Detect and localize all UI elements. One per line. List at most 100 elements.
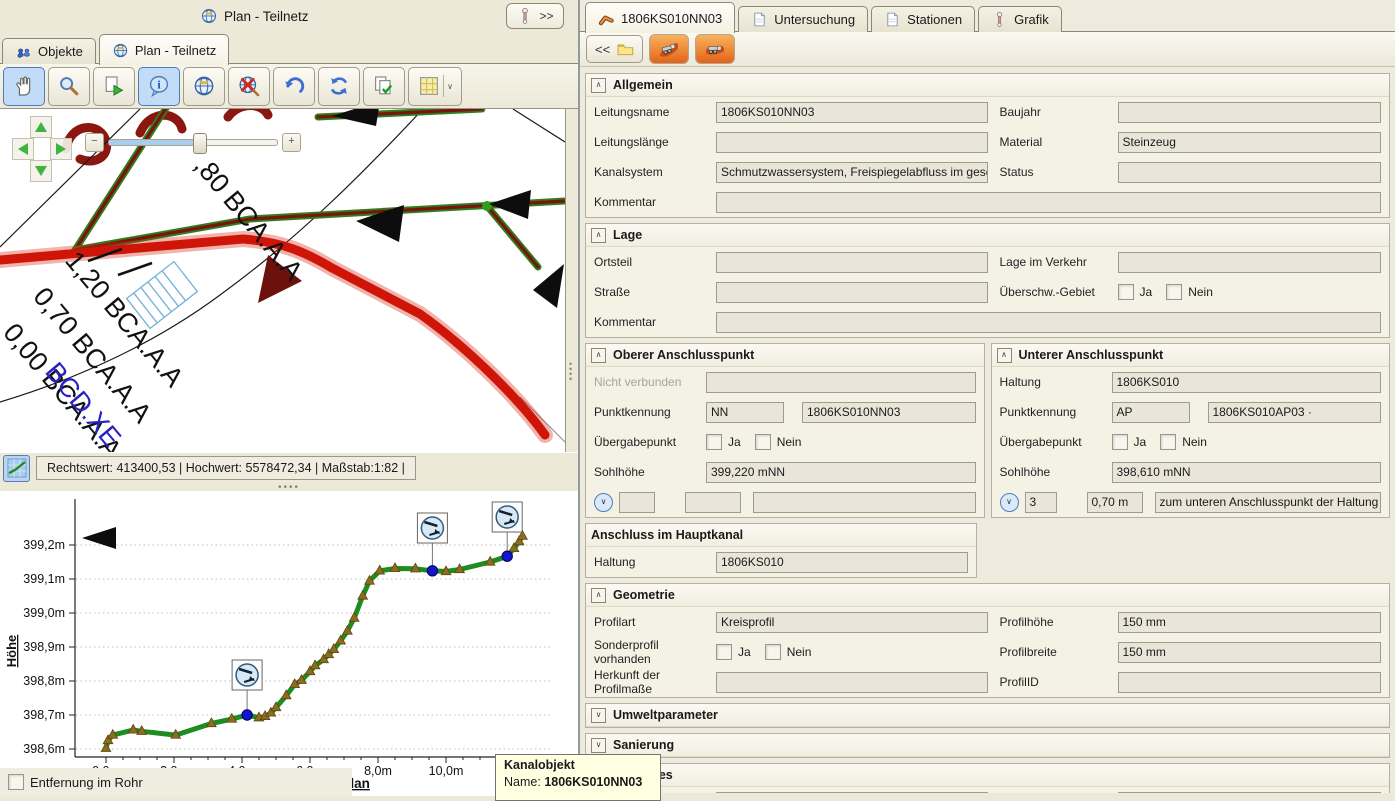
- collapse-toggle-sanierung[interactable]: ∨: [591, 738, 606, 753]
- field-profilid[interactable]: [1118, 672, 1382, 693]
- horizontal-splitter[interactable]: ••••: [0, 483, 578, 491]
- collapse-toggle-unterer-anschlusspunkt[interactable]: ∧: [997, 348, 1012, 363]
- clear-selection-button[interactable]: [228, 67, 270, 106]
- map-canvas[interactable]: ,80 BCA.A.A1,20 BCA.A.A0,70 BCA.A.A0,00 …: [0, 109, 565, 452]
- label-haltung: Haltung: [1000, 375, 1112, 389]
- field-punktkennung[interactable]: 1806KS010NN03: [802, 402, 976, 423]
- collapse-toggle-umweltparameter[interactable]: ∨: [591, 708, 606, 723]
- field-profilhöhe[interactable]: 150 mm: [1118, 612, 1382, 633]
- field-herkunft-der-profilmaße[interactable]: [716, 672, 988, 693]
- field-detail-0[interactable]: [619, 492, 655, 513]
- label-ja: Ja: [728, 435, 741, 449]
- tab-1806ks010nn03[interactable]: 1806KS010NN03: [585, 2, 735, 33]
- field-detail-1[interactable]: 0,70 m: [1087, 492, 1143, 513]
- form-row: Sohlhöhe398,610 mNN: [992, 457, 1390, 487]
- checkbox[interactable]: [1112, 434, 1128, 450]
- checkbox[interactable]: [1118, 284, 1134, 300]
- field-kommentar[interactable]: [716, 312, 1381, 333]
- checkbox[interactable]: [755, 434, 771, 450]
- field-sohlhöhe[interactable]: 398,610 mNN: [1112, 462, 1382, 483]
- checkbox[interactable]: [716, 644, 732, 660]
- field-leitungsname[interactable]: 1806KS010NN03: [716, 102, 988, 123]
- profile-chart[interactable]: 398,6m398,7m398,8m398,9m399,0m399,1m399,…: [0, 491, 578, 796]
- field-nicht-verbunden[interactable]: [706, 372, 976, 393]
- field-profilart[interactable]: Kreisprofil: [716, 612, 988, 633]
- field-leitungslänge[interactable]: [716, 132, 988, 153]
- pan-tool-button[interactable]: [3, 67, 45, 106]
- zoom-in-button[interactable]: +: [282, 133, 301, 152]
- refresh-button[interactable]: [318, 67, 360, 106]
- tab-grafik[interactable]: Grafik: [978, 6, 1062, 32]
- application-window: Plan - Teilnetz >> ObjektePlan - Teilnet…: [0, 0, 1395, 793]
- pan-right-button[interactable]: [50, 138, 72, 160]
- collapse-toggle-geometrie[interactable]: ∧: [591, 588, 606, 603]
- chevron-down-icon[interactable]: ∨: [443, 75, 453, 97]
- form-row: ∨ 3 0,70 m zum unteren Anschlusspunkt der H…: [992, 487, 1390, 517]
- form-row: Sonderprofil vorhandenJaNeinProfilbreite…: [586, 637, 1389, 667]
- field-ortsteil[interactable]: [716, 252, 988, 273]
- field-status[interactable]: [1118, 162, 1382, 183]
- form-row: OrtsteilLage im Verkehr: [586, 247, 1389, 277]
- field-sohlhöhe[interactable]: 399,220 mNN: [706, 462, 976, 483]
- map-viewport[interactable]: ,80 BCA.A.A1,20 BCA.A.A0,70 BCA.A.A0,00 …: [0, 109, 566, 452]
- tab-objekte[interactable]: Objekte: [2, 38, 96, 64]
- copy-confirm-button[interactable]: [363, 67, 405, 106]
- detach-panel-button[interactable]: >>: [506, 3, 564, 29]
- tab-stationen[interactable]: Stationen: [871, 6, 975, 32]
- field-punktkennung-kennung[interactable]: NN: [706, 402, 784, 423]
- collapse-toggle-allgemein[interactable]: ∧: [591, 78, 606, 93]
- expand-row-button[interactable]: ∨: [1000, 493, 1019, 512]
- field-punktkennung[interactable]: 1806KS010AP03 ·: [1208, 402, 1382, 423]
- field-lage-im-verkehr[interactable]: [1118, 252, 1382, 273]
- zoom-slider-thumb[interactable]: [193, 133, 207, 154]
- vertical-splitter[interactable]: ••••: [569, 362, 572, 382]
- collapse-toggle-oberer-anschlusspunkt[interactable]: ∧: [591, 348, 606, 363]
- pan-down-button[interactable]: [30, 160, 52, 182]
- field-profilbreite[interactable]: 150 mm: [1118, 642, 1382, 663]
- entfernung-im-rohr-checkbox[interactable]: [8, 774, 24, 790]
- full-extent-button[interactable]: [183, 67, 225, 106]
- checkbox[interactable]: [765, 644, 781, 660]
- field-baujahr[interactable]: [1118, 102, 1382, 123]
- checkbox[interactable]: [706, 434, 722, 450]
- tab-untersuchung[interactable]: Untersuchung: [738, 6, 868, 32]
- section-lage: ∧LageOrtsteilLage im VerkehrStraßeÜbersc…: [585, 223, 1390, 338]
- collapse-toggle-lage[interactable]: ∧: [591, 228, 606, 243]
- zoom-track[interactable]: [108, 139, 278, 146]
- field-punktkennung-kennung[interactable]: AP: [1112, 402, 1190, 423]
- field-material[interactable]: Steinzeug: [1118, 132, 1382, 153]
- checkbox[interactable]: [1166, 284, 1182, 300]
- map-zoom-slider: − +: [85, 132, 301, 152]
- collapse-panel-button[interactable]: <<: [586, 35, 643, 63]
- field-detail-0[interactable]: 3: [1025, 492, 1057, 513]
- chart-options-row: Entfernung im Rohr: [0, 768, 352, 796]
- field-haltung[interactable]: 1806KS010: [716, 552, 968, 573]
- profile-view-icon[interactable]: [3, 455, 30, 482]
- pipe-downstream-button[interactable]: [695, 34, 735, 64]
- field-kanalsystem[interactable]: Schmutzwassersystem, Freispiegelabfluss …: [716, 162, 988, 183]
- zoom-tool-button[interactable]: [48, 67, 90, 106]
- checkbox[interactable]: [1160, 434, 1176, 450]
- refresh-icon: [327, 74, 351, 98]
- field-haltung[interactable]: 1806KS010: [1112, 372, 1382, 393]
- pan-left-button[interactable]: [12, 138, 34, 160]
- form-row: Nicht verbunden: [586, 367, 984, 397]
- section-unterer-anschlusspunkt: ∧Unterer AnschlusspunktHaltung1806KS010P…: [991, 343, 1391, 518]
- field-straße[interactable]: [716, 282, 988, 303]
- select-object-button[interactable]: [93, 67, 135, 106]
- field-detail-1[interactable]: [685, 492, 741, 513]
- field-detail-2[interactable]: [753, 492, 976, 513]
- zoom-out-button[interactable]: −: [85, 133, 104, 152]
- field-detail-2[interactable]: zum unteren Anschlusspunkt der Haltung 1…: [1155, 492, 1382, 513]
- pan-up-button[interactable]: [30, 116, 52, 138]
- undo-button[interactable]: [273, 67, 315, 106]
- layer-style-button[interactable]: ∨: [408, 67, 462, 106]
- field-kommentar[interactable]: [716, 192, 1381, 213]
- pipe-upstream-button[interactable]: [649, 34, 689, 64]
- label-sohlhöhe: Sohlhöhe: [1000, 465, 1112, 479]
- section-sanierung: ∨Sanierung: [585, 733, 1390, 758]
- label-nicht-verbunden: Nicht verbunden: [594, 375, 706, 389]
- tab-plan-teilnetz[interactable]: Plan - Teilnetz: [99, 34, 229, 65]
- expand-row-button[interactable]: ∨: [594, 493, 613, 512]
- info-tool-button[interactable]: i: [138, 67, 180, 106]
